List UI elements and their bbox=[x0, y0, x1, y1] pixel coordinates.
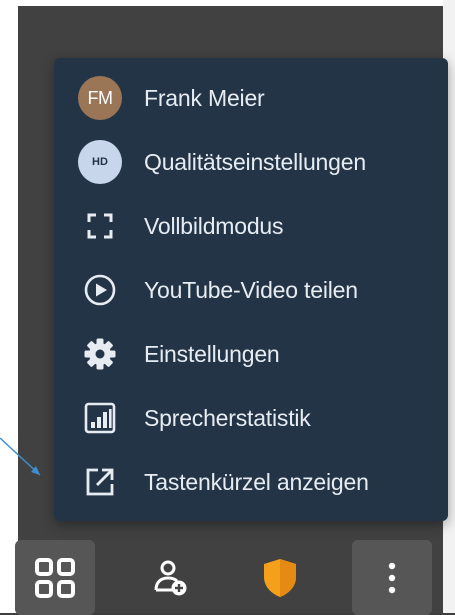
tile-view-button[interactable] bbox=[15, 540, 95, 615]
menu-item-speaker-stats[interactable]: Sprecherstatistik bbox=[54, 386, 448, 450]
menu-item-label: Frank Meier bbox=[144, 84, 265, 111]
add-participant-icon bbox=[154, 560, 187, 595]
menu-item-label: Tastenkürzel anzeigen bbox=[144, 468, 369, 495]
menu-item-share-youtube[interactable]: YouTube-Video teilen bbox=[54, 258, 448, 322]
security-options-button[interactable] bbox=[240, 540, 320, 615]
hd-badge: HD bbox=[78, 140, 122, 184]
page-left-edge bbox=[0, 0, 18, 613]
menu-item-profile[interactable]: FM Frank Meier bbox=[54, 66, 448, 130]
bar-chart-icon bbox=[74, 392, 126, 444]
hd-quality-icon: HD bbox=[74, 136, 126, 188]
gear-icon bbox=[74, 328, 126, 380]
menu-item-label: Einstellungen bbox=[144, 340, 280, 367]
menu-item-label: YouTube-Video teilen bbox=[144, 276, 358, 303]
grid-icon bbox=[35, 557, 75, 598]
menu-item-fullscreen[interactable]: Vollbildmodus bbox=[54, 194, 448, 258]
avatar-initials: FM bbox=[78, 76, 122, 120]
invite-participant-button[interactable] bbox=[130, 540, 210, 615]
bottom-toolbar bbox=[0, 538, 455, 615]
shield-icon bbox=[264, 558, 296, 597]
play-circle-icon bbox=[74, 264, 126, 316]
more-actions-button[interactable] bbox=[352, 540, 432, 615]
menu-item-quality-settings[interactable]: HD Qualitätseinstellungen bbox=[54, 130, 448, 194]
menu-item-settings[interactable]: Einstellungen bbox=[54, 322, 448, 386]
menu-item-label: Sprecherstatistik bbox=[144, 404, 311, 431]
fullscreen-icon bbox=[74, 200, 126, 252]
menu-item-keyboard-shortcuts[interactable]: Tastenkürzel anzeigen bbox=[54, 450, 448, 514]
page-top-edge bbox=[0, 0, 455, 6]
overflow-menu: FM Frank Meier HD Qualitätseinstellungen… bbox=[54, 58, 448, 521]
open-external-icon bbox=[74, 456, 126, 508]
avatar: FM bbox=[74, 72, 126, 124]
menu-item-label: Qualitätseinstellungen bbox=[144, 148, 366, 175]
more-vertical-icon bbox=[388, 562, 396, 593]
menu-item-label: Vollbildmodus bbox=[144, 212, 284, 239]
